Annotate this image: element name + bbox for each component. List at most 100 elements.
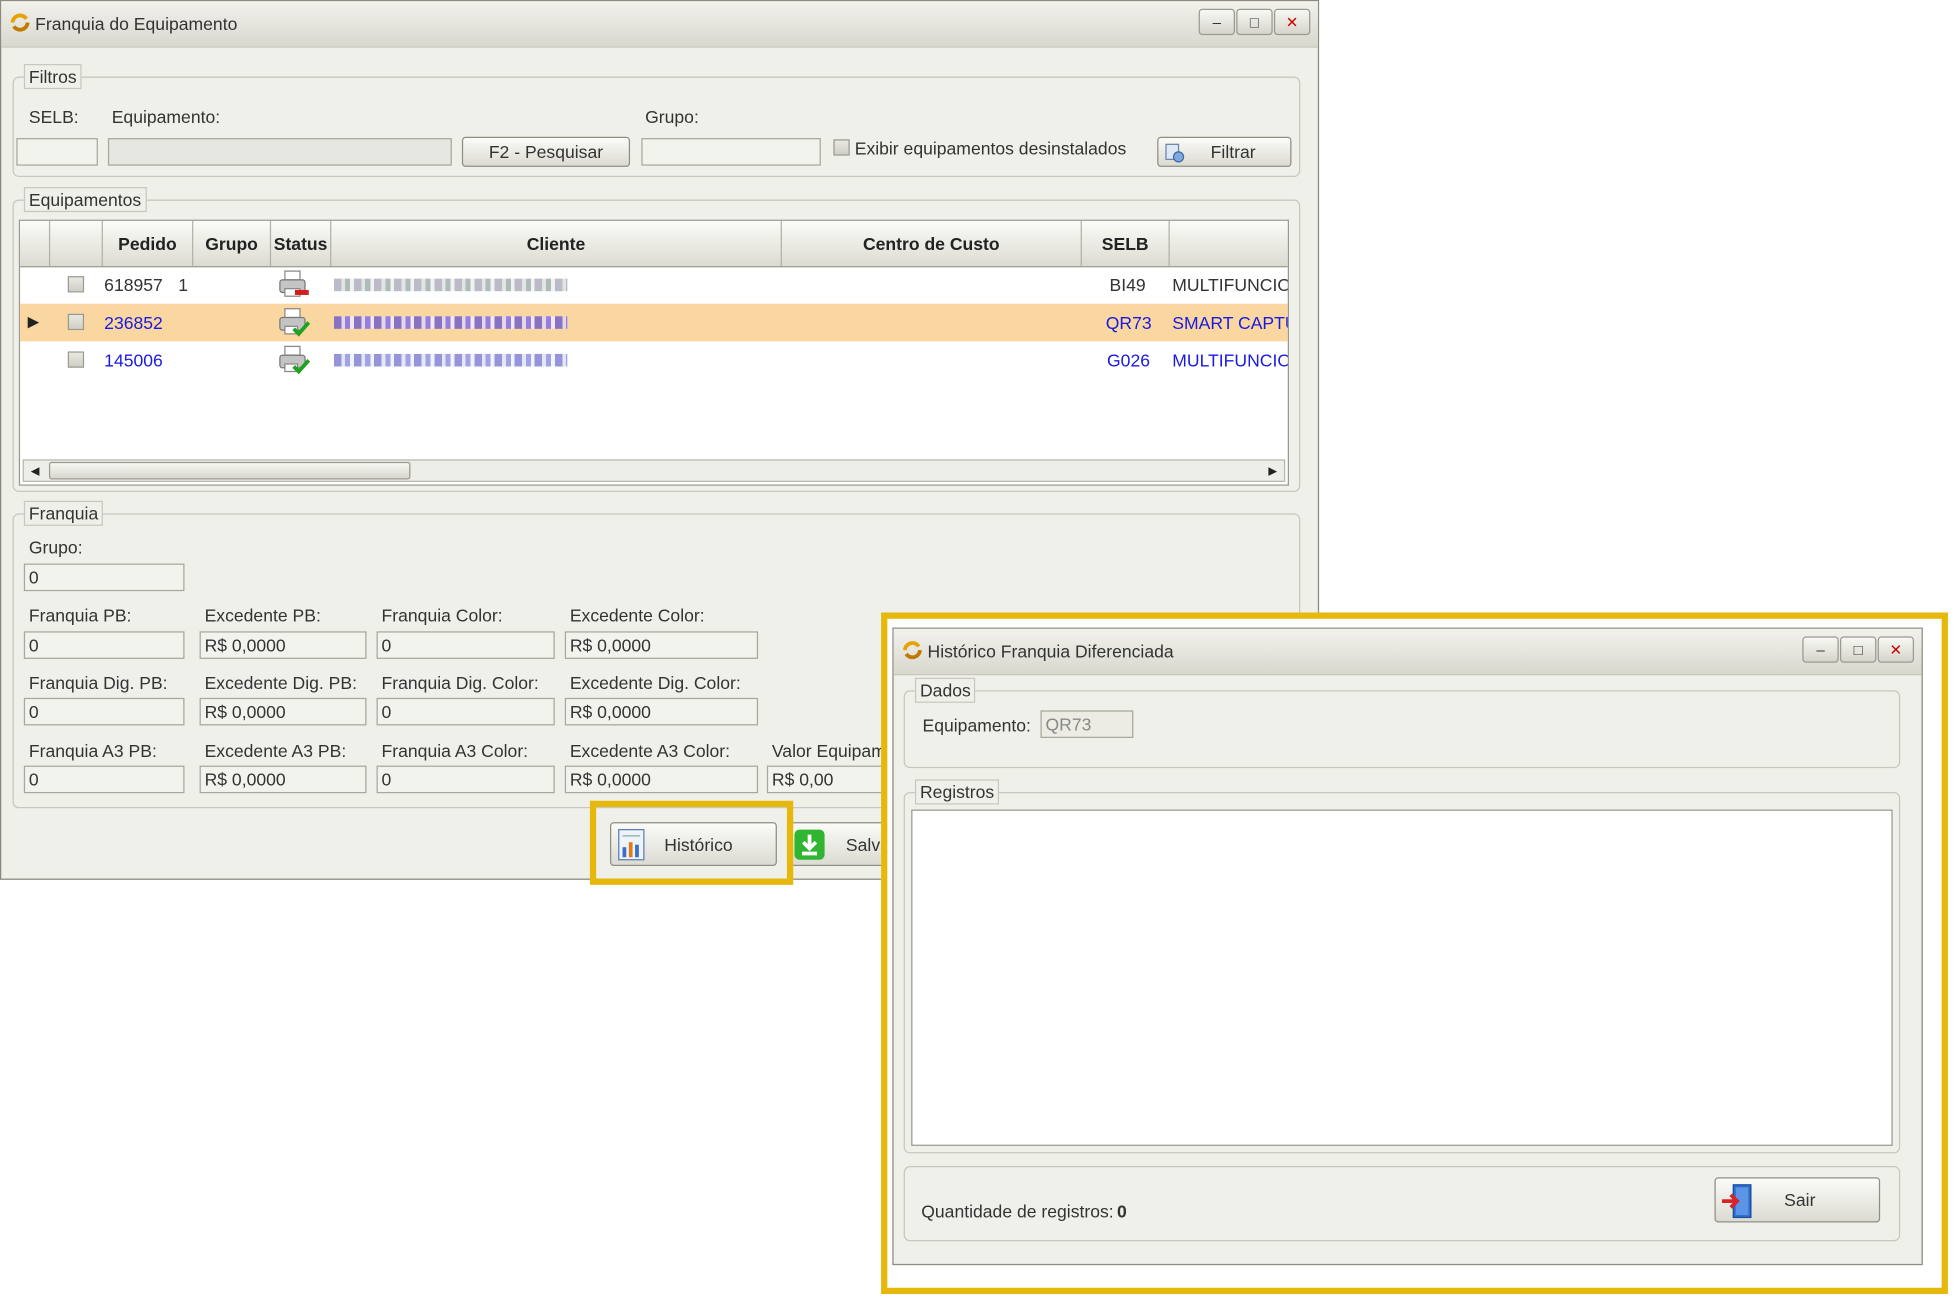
app-logo-icon <box>903 641 922 660</box>
dialog-titlebar[interactable]: Histórico Franquia Diferenciada – □ ✕ <box>893 628 1922 676</box>
dados-legend: Dados <box>914 677 976 703</box>
column-header-tipo[interactable] <box>1170 221 1288 266</box>
registros-legend: Registros <box>914 779 1000 805</box>
excedente-color-label: Excedente Color: <box>569 604 705 626</box>
column-header-selb[interactable]: SELB <box>1082 220 1170 267</box>
filtrar-button[interactable]: Filtrar <box>1157 136 1292 167</box>
table-row-selected[interactable]: ▶ 236852 QR73 SMART CAPTU <box>20 303 1289 342</box>
row-cliente-redacted <box>333 316 568 329</box>
excedente-dig-pb-input[interactable]: R$ 0,0000 <box>199 697 367 726</box>
franquia-a3-color-label: Franquia A3 Color: <box>381 740 529 761</box>
save-download-icon <box>794 828 825 860</box>
current-row-arrow-icon: ▶ <box>27 312 40 331</box>
close-button[interactable]: ✕ <box>1273 8 1311 36</box>
main-titlebar[interactable]: Franquia do Equipamento – □ ✕ <box>1 1 1318 48</box>
selb-input[interactable] <box>16 138 98 166</box>
printer-removed-icon <box>279 270 309 297</box>
franquia-grupo-input[interactable]: 0 <box>23 563 185 592</box>
excedente-a3-pb-input[interactable]: R$ 0,0000 <box>199 765 367 794</box>
row-pedido: 618957 <box>104 274 163 295</box>
franquia-dig-color-input[interactable]: 0 <box>376 697 555 726</box>
horizontal-scrollbar[interactable]: ◀ ▶ <box>22 459 1286 482</box>
row-tipo: MULTIFUNCIO <box>1172 274 1289 295</box>
excedente-dig-pb-label: Excedente Dig. PB: <box>204 672 357 693</box>
minimize-button[interactable]: – <box>1198 8 1236 36</box>
dialog-equipamento-input[interactable]: QR73 <box>1040 710 1134 738</box>
printer-ok-icon <box>279 345 311 375</box>
registros-list[interactable] <box>911 809 1893 1146</box>
row-grupo: 1 <box>178 274 189 295</box>
row-tipo: SMART CAPTU <box>1172 312 1289 333</box>
franquia-dig-pb-label: Franquia Dig. PB: <box>28 672 168 693</box>
franquia-dig-color-label: Franquia Dig. Color: <box>381 672 539 693</box>
excedente-pb-label: Excedente PB: <box>204 604 321 626</box>
filtros-legend: Filtros <box>23 64 82 90</box>
sair-label: Sair <box>1784 1189 1816 1210</box>
column-header-status[interactable]: Status <box>271 220 332 267</box>
row-tipo: MULTIFUNCIO <box>1172 350 1289 371</box>
exibir-desinstalados-label: Exibir equipamentos desinstalados <box>854 138 1127 159</box>
excedente-pb-input[interactable]: R$ 0,0000 <box>199 631 367 659</box>
printer-ok-icon <box>279 308 311 337</box>
column-header-pedido[interactable]: Pedido <box>103 220 194 267</box>
franquia-grupo-label: Grupo: <box>28 537 83 558</box>
grid-header: Pedido Grupo Status Cliente Centro de Cu… <box>20 220 1288 268</box>
exibir-desinstalados-checkbox[interactable] <box>833 139 850 156</box>
equipamento-label: Equipamento: <box>111 106 221 127</box>
equipamentos-grid: Pedido Grupo Status Cliente Centro de Cu… <box>18 219 1289 486</box>
franquia-color-input[interactable]: 0 <box>376 631 555 659</box>
row-selb: BI49 <box>1109 274 1146 295</box>
scroll-left-button[interactable]: ◀ <box>24 461 47 481</box>
franquia-a3-pb-input[interactable]: 0 <box>23 765 185 794</box>
equipamento-input[interactable] <box>107 138 452 166</box>
column-header-cliente[interactable]: Cliente <box>331 220 782 267</box>
row-checkbox[interactable] <box>67 276 85 293</box>
excedente-dig-color-label: Excedente Dig. Color: <box>569 672 741 693</box>
row-pedido: 145006 <box>104 350 163 371</box>
pesquisar-button[interactable]: F2 - Pesquisar <box>461 136 631 167</box>
equipamentos-legend: Equipamentos <box>23 187 147 213</box>
quantidade-registros-value: 0 <box>1117 1201 1127 1222</box>
excedente-dig-color-input[interactable]: R$ 0,0000 <box>564 697 759 726</box>
main-window-title: Franquia do Equipamento <box>35 13 238 34</box>
exit-door-icon <box>1721 1184 1752 1219</box>
scroll-right-button[interactable]: ▶ <box>1261 461 1284 481</box>
excedente-a3-color-input[interactable]: R$ 0,0000 <box>564 765 759 794</box>
row-checkbox[interactable] <box>67 351 85 368</box>
grupo-filter-input[interactable] <box>641 138 821 166</box>
column-header-centro-custo[interactable]: Centro de Custo <box>782 220 1082 267</box>
selb-label: SELB: <box>28 106 79 127</box>
maximize-button[interactable]: □ <box>1236 8 1273 36</box>
franquia-pb-label: Franquia PB: <box>28 604 132 626</box>
franquia-a3-color-input[interactable]: 0 <box>376 765 555 794</box>
column-header-grupo[interactable]: Grupo <box>193 220 272 267</box>
row-selb: G026 <box>1106 350 1150 371</box>
filtrar-label: Filtrar <box>1210 141 1256 162</box>
valor-equipamento-input[interactable]: R$ 0,00 <box>766 765 888 794</box>
dialog-minimize-button[interactable]: – <box>1802 636 1839 663</box>
row-pedido: 236852 <box>104 312 163 333</box>
franquia-pb-input[interactable]: 0 <box>23 631 185 659</box>
excedente-a3-pb-label: Excedente A3 PB: <box>204 740 347 761</box>
grupo-filter-label: Grupo: <box>645 106 699 127</box>
dialog-title: Histórico Franquia Diferenciada <box>927 641 1174 662</box>
filter-icon <box>1165 143 1185 163</box>
quantidade-registros-label: Quantidade de registros: <box>921 1201 1114 1222</box>
app-logo-icon <box>10 13 30 32</box>
sair-button[interactable]: Sair <box>1714 1177 1881 1223</box>
franquia-a3-pb-label: Franquia A3 PB: <box>28 740 157 761</box>
row-checkbox[interactable] <box>67 313 85 331</box>
row-cliente-redacted <box>333 353 568 367</box>
franquia-legend: Franquia <box>23 500 104 526</box>
historico-highlight-box <box>589 800 794 885</box>
excedente-color-input[interactable]: R$ 0,0000 <box>564 631 759 659</box>
franquia-dig-pb-input[interactable]: 0 <box>23 697 185 726</box>
dialog-close-button[interactable]: ✕ <box>1877 636 1915 663</box>
historico-dialog: Histórico Franquia Diferenciada – □ ✕ Da… <box>892 627 1923 1266</box>
dialog-maximize-button[interactable]: □ <box>1839 636 1877 663</box>
table-row[interactable]: 618957 1 BI49 MULTIFUNCIO <box>20 266 1288 304</box>
table-row[interactable]: 145006 G026 MULTIFUNCIO <box>20 341 1288 379</box>
franquia-color-label: Franquia Color: <box>381 604 503 626</box>
scroll-thumb[interactable] <box>48 461 411 480</box>
row-cliente-redacted <box>333 278 568 292</box>
